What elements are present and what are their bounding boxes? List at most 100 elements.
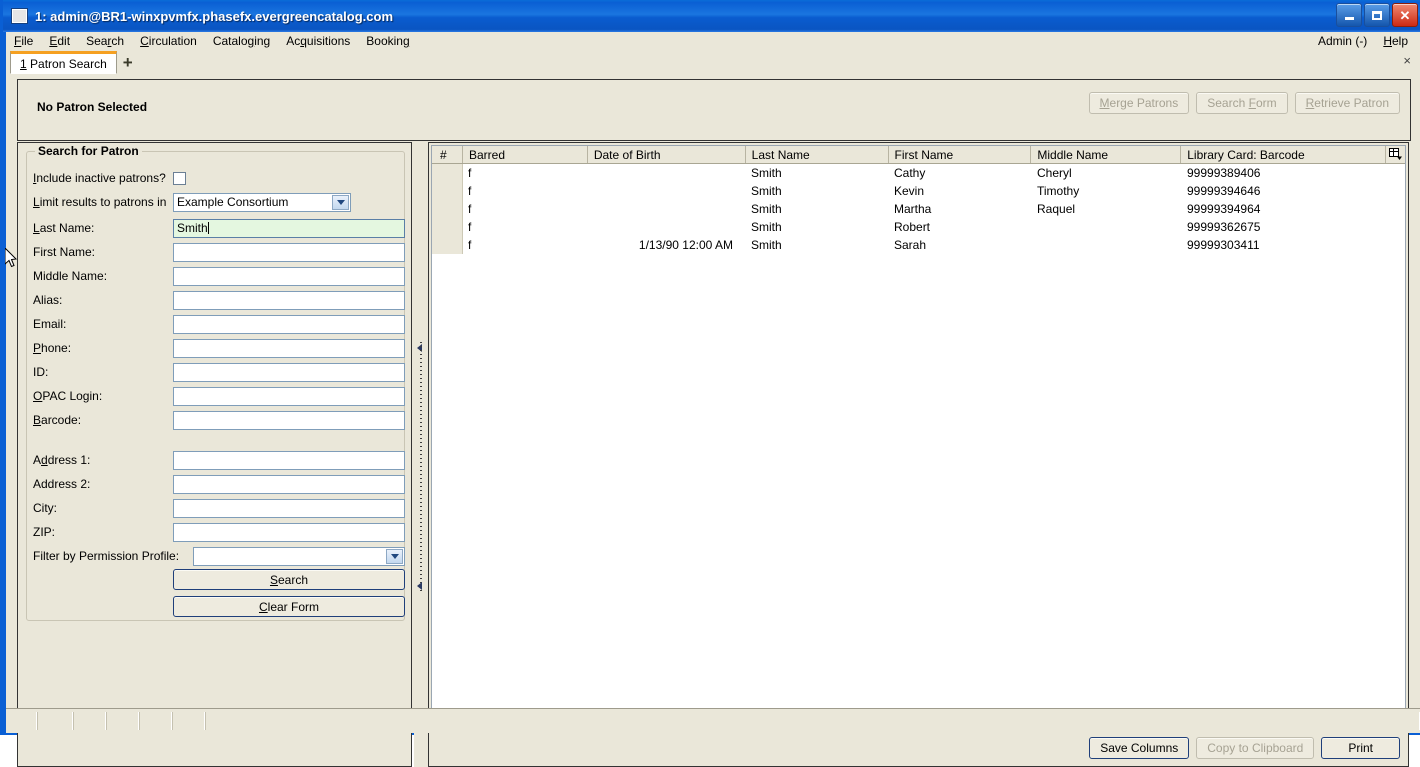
tab-strip: 1 Patron Search + × <box>6 50 1420 75</box>
maximize-button[interactable] <box>1364 3 1390 27</box>
menu-search[interactable]: Search <box>78 33 132 49</box>
page-title: No Patron Selected <box>37 100 148 114</box>
column-header-library-card[interactable]: Library Card: Barcode <box>1180 146 1385 163</box>
menu-edit[interactable]: Edit <box>41 33 78 49</box>
text-caret <box>207 221 209 234</box>
results-grid-header: # Barred Date of Birth Last Name First N… <box>432 146 1405 164</box>
address1-input[interactable] <box>173 450 405 470</box>
merge-patrons-button[interactable]: Merge Patrons <box>1088 92 1190 114</box>
column-header-middle-name[interactable]: Middle Name <box>1030 146 1180 163</box>
field-row-include-inactive: Include inactive patrons? <box>27 166 406 190</box>
address2-label: Address 2: <box>33 477 91 491</box>
chevron-down-icon-2[interactable] <box>386 548 403 564</box>
cell-barred: f <box>468 238 472 252</box>
retrieve-patron-button[interactable]: Retrieve Patron <box>1294 92 1400 114</box>
results-panel: # Barred Date of Birth Last Name First N… <box>428 142 1409 767</box>
search-panel: Search for Patron Include inactive patro… <box>17 142 412 767</box>
field-row-address2: Address 2: <box>27 472 406 496</box>
field-row-id: ID: <box>27 360 406 384</box>
email-input[interactable] <box>173 314 405 334</box>
chevron-down-icon[interactable] <box>332 194 349 210</box>
table-row[interactable]: 3 f Smith Martha Raquel 99999394964 <box>432 200 1405 218</box>
field-row-email: Email: <box>27 312 406 336</box>
cell-last-name: Smith <box>751 220 782 234</box>
status-segment-5 <box>139 712 172 730</box>
middle-name-input[interactable] <box>173 266 405 286</box>
menu-booking[interactable]: Booking <box>358 33 417 49</box>
client-area: No Patron Selected Merge Patrons Search … <box>6 74 1420 767</box>
phone-label: Phone: <box>33 341 72 355</box>
barcode-input[interactable] <box>173 410 405 430</box>
status-segment-6 <box>172 712 205 730</box>
table-row[interactable]: 4 f Smith Robert 99999362675 <box>432 218 1405 236</box>
table-row[interactable]: 2 f Smith Kevin Timothy 99999394646 <box>432 182 1405 200</box>
field-row-first-name: First Name: <box>27 240 406 264</box>
table-row[interactable]: 1 f Smith Cathy Cheryl 99999389406 <box>432 164 1405 182</box>
table-row[interactable]: 5 f 1/13/90 12:00 AM Smith Sarah 9999930… <box>432 236 1405 254</box>
phone-input[interactable] <box>173 338 405 358</box>
menu-bar-right: Admin (-) Help <box>1310 33 1416 49</box>
cell-first-name: Robert <box>894 220 931 234</box>
cell-last-name: Smith <box>751 238 782 252</box>
zip-input[interactable] <box>173 522 405 542</box>
mouse-cursor <box>4 246 18 271</box>
opac-login-label: OPAC Login: <box>33 389 103 403</box>
cell-barcode: 99999303411 <box>1187 238 1260 252</box>
limit-results-value: Example Consortium <box>177 194 289 209</box>
column-header-last-name[interactable]: Last Name <box>744 146 888 163</box>
search-button[interactable]: Search <box>173 569 405 590</box>
field-row-phone: Phone: <box>27 336 406 360</box>
city-label: City: <box>33 501 57 515</box>
close-button[interactable]: ✕ <box>1392 3 1418 27</box>
close-tab-button[interactable]: × <box>1403 53 1411 68</box>
address2-input[interactable] <box>173 474 405 494</box>
include-inactive-label: Include inactive patrons? <box>33 171 166 185</box>
tab-patron-search[interactable]: 1 Patron Search <box>10 51 117 74</box>
splitter-collapse-down-icon[interactable] <box>417 582 422 590</box>
alias-input[interactable] <box>173 290 405 310</box>
menu-bar: File Edit Search Circulation Cataloging … <box>6 32 1420 51</box>
column-picker-icon[interactable] <box>1388 147 1403 161</box>
first-name-input[interactable] <box>173 242 405 262</box>
column-header-barred[interactable]: Barred <box>461 146 587 163</box>
results-grid: # Barred Date of Birth Last Name First N… <box>431 145 1406 726</box>
tab-label: Patron Search <box>30 56 107 71</box>
menu-circulation[interactable]: Circulation <box>132 33 205 49</box>
id-label: ID: <box>33 365 49 379</box>
print-button[interactable]: Print <box>1321 737 1400 759</box>
search-for-patron-groupbox: Search for Patron Include inactive patro… <box>26 144 406 621</box>
results-action-buttons: Save Columns Copy to Clipboard Print <box>1089 737 1400 759</box>
include-inactive-checkbox[interactable] <box>173 171 186 185</box>
status-segment-message <box>205 712 1420 730</box>
minimize-button[interactable] <box>1336 3 1362 27</box>
menu-help[interactable]: Help <box>1375 33 1416 49</box>
column-header-first-name[interactable]: First Name <box>887 146 1031 163</box>
last-name-input[interactable]: Smith <box>173 218 405 238</box>
clear-form-button[interactable]: Clear Form <box>173 596 405 617</box>
save-columns-button[interactable]: Save Columns <box>1089 737 1190 759</box>
permission-profile-select[interactable] <box>193 546 405 566</box>
cell-last-name: Smith <box>751 202 782 216</box>
cell-last-name: Smith <box>751 184 782 198</box>
cell-barcode: 99999394964 <box>1187 202 1261 216</box>
column-header-number[interactable]: # <box>432 146 462 163</box>
new-tab-button[interactable]: + <box>117 52 139 74</box>
menu-acquisitions[interactable]: Acquisitions <box>278 33 358 49</box>
menu-cataloging[interactable]: Cataloging <box>205 33 278 49</box>
splitter-grip[interactable] <box>420 342 422 592</box>
city-input[interactable] <box>173 498 405 518</box>
column-header-dob[interactable]: Date of Birth <box>586 146 745 163</box>
menu-admin[interactable]: Admin (-) <box>1310 33 1375 49</box>
application-window: 1: admin@BR1-winxpvmfx.phasefx.evergreen… <box>0 0 1420 767</box>
panel-splitter[interactable] <box>414 142 428 767</box>
limit-results-select[interactable]: Example Consortium <box>173 192 351 212</box>
menu-file[interactable]: File <box>6 33 41 49</box>
opac-login-input[interactable] <box>173 386 405 406</box>
window-controls: ✕ <box>1336 3 1418 27</box>
copy-to-clipboard-button[interactable]: Copy to Clipboard <box>1196 737 1315 759</box>
alias-label: Alias: <box>33 293 63 307</box>
id-input[interactable] <box>173 362 405 382</box>
search-groupbox-legend: Search for Patron <box>35 144 142 158</box>
search-form-button[interactable]: Search Form <box>1196 92 1288 114</box>
cell-barred: f <box>468 202 472 216</box>
